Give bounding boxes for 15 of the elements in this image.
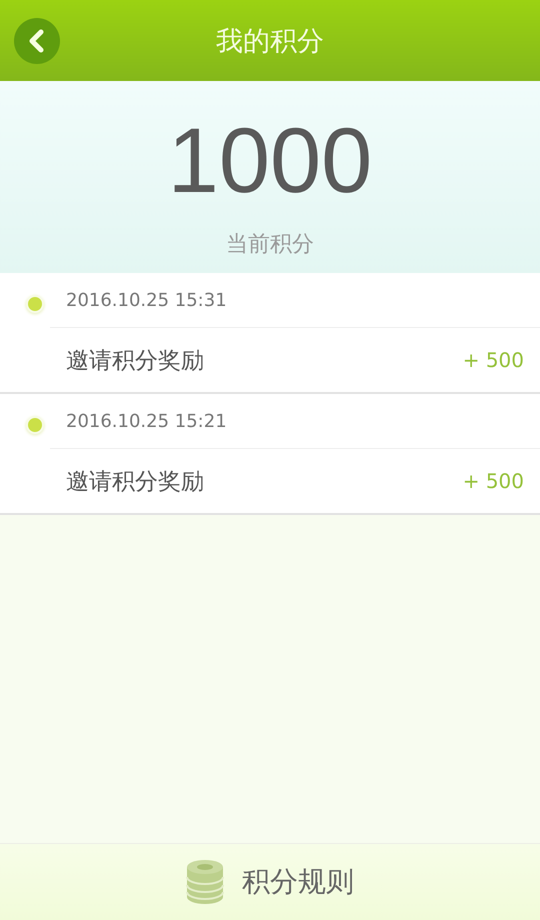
page-title: 我的积分 xyxy=(216,24,324,58)
record-time: 2016.10.25 15:21 xyxy=(66,410,227,432)
rules-button[interactable]: 积分规则 xyxy=(0,843,540,920)
points-value: 1000 xyxy=(168,115,372,207)
record-amount: + 500 xyxy=(462,469,524,493)
timeline-dot xyxy=(26,295,44,313)
record-amount: + 500 xyxy=(462,348,524,372)
record-title: 邀请积分奖励 xyxy=(66,346,204,376)
rules-label: 积分规则 xyxy=(242,864,354,900)
back-button[interactable] xyxy=(14,18,60,64)
coin-stack-icon xyxy=(186,859,224,905)
timeline-dot xyxy=(26,416,44,434)
record-time: 2016.10.25 15:31 xyxy=(66,290,227,310)
record-title: 邀请积分奖励 xyxy=(66,468,204,496)
points-label: 当前积分 xyxy=(226,231,314,259)
